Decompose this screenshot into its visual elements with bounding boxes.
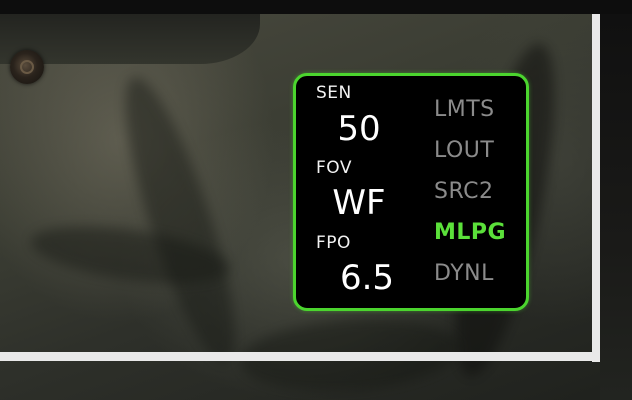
fov-value: WF — [332, 183, 386, 223]
mode-mlpg[interactable]: MLPG — [434, 222, 506, 244]
frame-border-bottom — [0, 352, 600, 361]
fpo-value: 6.5 — [339, 258, 395, 298]
sen-label: SEN — [316, 83, 352, 103]
top-letterbox — [0, 0, 632, 14]
fov-label: FOV — [316, 158, 352, 178]
fabric-fold — [105, 68, 255, 372]
frame-border-right — [592, 14, 600, 362]
mode-lout[interactable]: LOUT — [434, 140, 494, 162]
sen-value: 50 — [337, 109, 381, 149]
snap-button — [10, 50, 44, 84]
fpo-label: FPO — [316, 233, 351, 253]
mode-src2[interactable]: SRC2 — [434, 181, 494, 203]
mode-dynl[interactable]: DYNL — [434, 263, 494, 285]
hud-panel: SEN 50 FOV WF FPO 6.5 LMTS LOUT SRC2 MLP… — [293, 73, 529, 311]
right-letterbox — [600, 14, 632, 400]
mode-lmts[interactable]: LMTS — [434, 99, 495, 121]
camera-feed: SEN 50 FOV WF FPO 6.5 LMTS LOUT SRC2 MLP… — [0, 0, 632, 400]
